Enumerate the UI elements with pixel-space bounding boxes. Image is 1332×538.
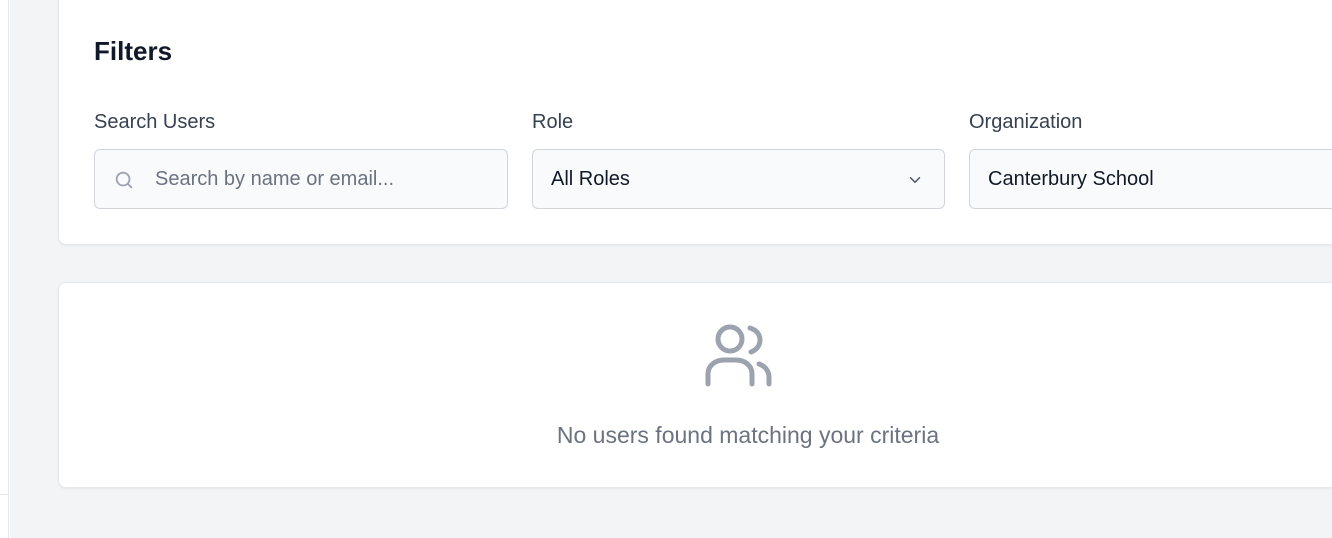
chevron-down-icon [909, 177, 921, 183]
left-sidebar-edge [0, 0, 9, 538]
organization-select[interactable]: Canterbury School [969, 149, 1332, 209]
organization-label: Organization [969, 111, 1083, 133]
role-select[interactable]: All Roles [532, 149, 945, 209]
role-label: Role [532, 111, 574, 133]
search-placeholder: Search by name or email... [155, 168, 394, 190]
organization-selected-value: Canterbury School [988, 168, 1154, 190]
results-panel [58, 282, 1332, 488]
role-selected-value: All Roles [551, 168, 630, 190]
search-users-label: Search Users [94, 111, 216, 133]
search-icon [115, 171, 133, 189]
main-content: Filters Search Users Search by name or e… [10, 0, 1332, 538]
users-icon [705, 324, 772, 387]
sidebar-divider [0, 494, 9, 495]
empty-state-message: No users found matching your criteria [556, 422, 940, 448]
filters-heading: Filters [94, 36, 173, 66]
search-input[interactable]: Search by name or email... [94, 149, 508, 209]
